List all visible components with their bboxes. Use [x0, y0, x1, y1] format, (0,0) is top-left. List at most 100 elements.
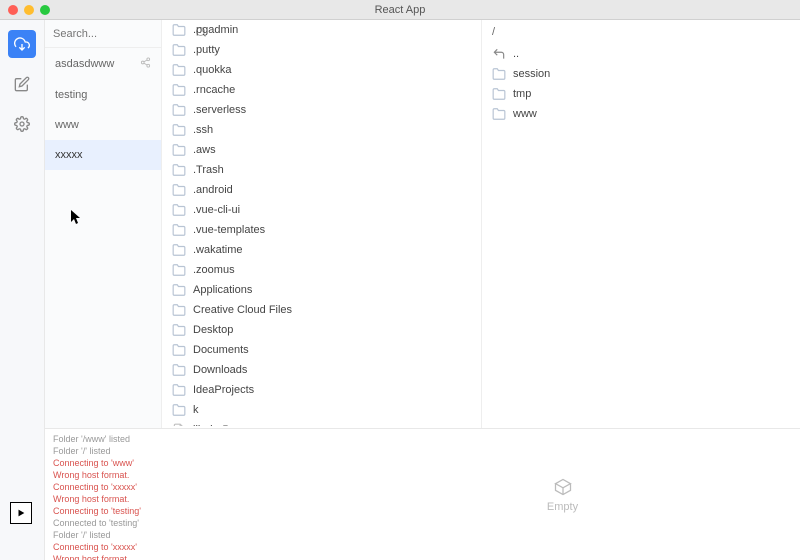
- host-item[interactable]: testing: [45, 80, 161, 110]
- log-line: Connected to 'testing': [53, 517, 317, 529]
- gear-icon: [14, 116, 30, 132]
- file-name: .Trash: [193, 164, 224, 176]
- titlebar: React App: [0, 0, 800, 20]
- file-name: .android: [193, 184, 233, 196]
- folder-icon: [492, 87, 506, 101]
- file-item[interactable]: Downloads: [162, 360, 481, 380]
- file-name: .pgadmin: [193, 24, 238, 36]
- remote-file-list: .. session tmp www: [482, 44, 800, 124]
- folder-icon: [172, 263, 186, 277]
- settings-tab-button[interactable]: [8, 110, 36, 138]
- file-name: .putty: [193, 44, 220, 56]
- host-label: xxxxx: [55, 149, 83, 161]
- log-line: Folder '/www' listed: [53, 433, 317, 445]
- activity-bar: [0, 20, 45, 560]
- host-label: asdasdwww: [55, 58, 114, 70]
- back-arrow-icon: [492, 47, 506, 61]
- file-name: session: [513, 68, 550, 80]
- cloud-tab-button[interactable]: [8, 30, 36, 58]
- file-name: .rncache: [193, 84, 235, 96]
- edit-icon: [14, 76, 30, 92]
- file-name: Desktop: [193, 324, 233, 336]
- close-window-icon[interactable]: [8, 5, 18, 15]
- log-line: Connecting to 'www': [53, 457, 317, 469]
- file-name: Downloads: [193, 364, 247, 376]
- file-item[interactable]: Applications: [162, 280, 481, 300]
- host-item[interactable]: xxxxx: [45, 140, 161, 170]
- file-icon: [172, 423, 186, 426]
- file-item[interactable]: .Trash: [162, 160, 481, 180]
- edit-tab-button[interactable]: [8, 70, 36, 98]
- folder-icon: [172, 243, 186, 257]
- file-name: www: [513, 108, 537, 120]
- log-line: Connecting to 'xxxxx': [53, 541, 317, 553]
- minimize-window-icon[interactable]: [24, 5, 34, 15]
- file-item[interactable]: www: [482, 104, 800, 124]
- file-item[interactable]: libphp5.so: [162, 420, 481, 426]
- file-item[interactable]: .pgadmin: [162, 20, 481, 40]
- log-line: Wrong host format.: [53, 493, 317, 505]
- folder-icon: [492, 107, 506, 121]
- file-item[interactable]: .vue-cli-ui: [162, 200, 481, 220]
- file-name: Documents: [193, 344, 249, 356]
- file-item[interactable]: .vue-templates: [162, 220, 481, 240]
- folder-icon: [172, 183, 186, 197]
- window-title: React App: [0, 4, 800, 16]
- folder-icon: [172, 223, 186, 237]
- cloud-download-icon: [14, 36, 30, 52]
- folder-icon: [172, 143, 186, 157]
- play-button[interactable]: [10, 502, 32, 524]
- file-item[interactable]: .quokka: [162, 60, 481, 80]
- file-item[interactable]: .wakatime: [162, 240, 481, 260]
- log-panel: Folder '/www' listedFolder '/' listedCon…: [45, 429, 325, 560]
- folder-icon: [172, 363, 186, 377]
- folder-icon: [172, 103, 186, 117]
- file-item[interactable]: .zoomus: [162, 260, 481, 280]
- folder-icon: [172, 123, 186, 137]
- share-icon[interactable]: [140, 57, 151, 71]
- folder-icon: [172, 83, 186, 97]
- log-line: Folder '/' listed: [53, 445, 317, 457]
- file-item[interactable]: Desktop: [162, 320, 481, 340]
- file-name: .vue-cli-ui: [193, 204, 240, 216]
- file-item[interactable]: session: [482, 64, 800, 84]
- file-item[interactable]: Documents: [162, 340, 481, 360]
- file-name: .serverless: [193, 104, 246, 116]
- file-name: .quokka: [193, 64, 232, 76]
- file-item[interactable]: .android: [162, 180, 481, 200]
- file-item[interactable]: tmp: [482, 84, 800, 104]
- file-item[interactable]: .serverless: [162, 100, 481, 120]
- folder-icon: [172, 323, 186, 337]
- folder-icon: [172, 23, 186, 37]
- host-item[interactable]: www: [45, 110, 161, 140]
- host-label: testing: [55, 89, 87, 101]
- file-item[interactable]: IdeaProjects: [162, 380, 481, 400]
- empty-label: Empty: [547, 501, 578, 513]
- remote-path: /: [482, 20, 800, 44]
- log-line: Connecting to 'xxxxx': [53, 481, 317, 493]
- back-item[interactable]: ..: [482, 44, 800, 64]
- file-name: tmp: [513, 88, 531, 100]
- play-icon: [16, 508, 26, 518]
- file-item[interactable]: .putty: [162, 40, 481, 60]
- file-name: .wakatime: [193, 244, 243, 256]
- file-item[interactable]: .rncache: [162, 80, 481, 100]
- file-item[interactable]: .ssh: [162, 120, 481, 140]
- folder-icon: [172, 383, 186, 397]
- file-item[interactable]: k: [162, 400, 481, 420]
- log-line: Wrong host format.: [53, 553, 317, 560]
- file-name: .ssh: [193, 124, 213, 136]
- file-item[interactable]: Creative Cloud Files: [162, 300, 481, 320]
- host-item[interactable]: asdasdwww: [45, 48, 161, 80]
- log-line: Wrong host format.: [53, 469, 317, 481]
- box-icon: [553, 477, 573, 497]
- file-name: IdeaProjects: [193, 384, 254, 396]
- maximize-window-icon[interactable]: [40, 5, 50, 15]
- log-line: Folder '/' listed: [53, 529, 317, 541]
- folder-icon: [172, 283, 186, 297]
- file-item[interactable]: .aws: [162, 140, 481, 160]
- file-name: Creative Cloud Files: [193, 304, 292, 316]
- file-name: .zoomus: [193, 264, 235, 276]
- transfer-queue-empty: Empty: [325, 429, 800, 560]
- folder-icon: [172, 63, 186, 77]
